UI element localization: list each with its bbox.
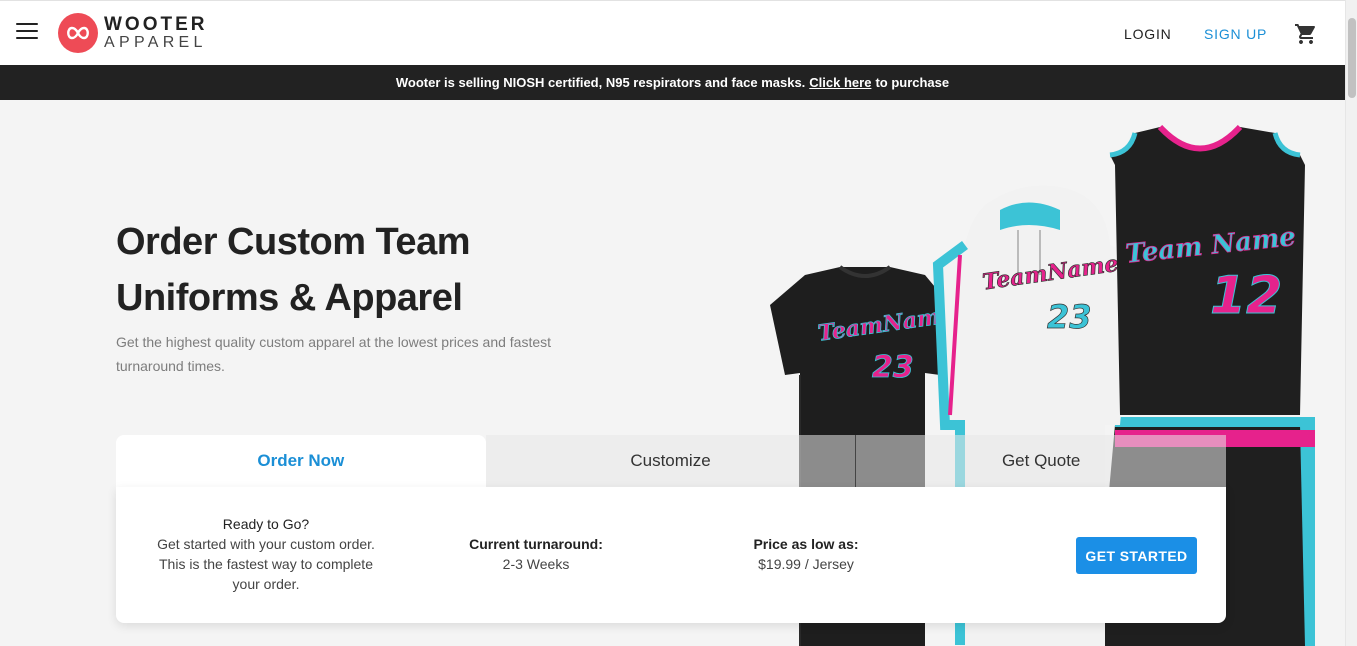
announcement-bar: Wooter is selling NIOSH certified, N95 r… <box>0 65 1345 100</box>
order-now-card: Ready to Go? Get started with your custo… <box>116 487 1226 623</box>
login-link[interactable]: LOGIN <box>1124 26 1172 42</box>
signup-link[interactable]: SIGN UP <box>1204 26 1267 42</box>
price-value: $19.99 / Jersey <box>758 556 854 572</box>
hero-subtitle: Get the highest quality custom apparel a… <box>116 334 552 374</box>
wooter-logo-icon <box>58 13 98 53</box>
hoodie-number: 23 <box>1047 298 1092 336</box>
announcement-link[interactable]: Click here <box>809 75 871 90</box>
ready-text: Get started with your custom order. This… <box>157 536 375 592</box>
ready-title: Ready to Go? <box>222 516 310 532</box>
get-started-button[interactable]: GET STARTED <box>1076 537 1197 574</box>
ready-section: Ready to Go? Get started with your custo… <box>146 514 386 594</box>
tab-get-quote[interactable]: Get Quote <box>856 435 1227 487</box>
announcement-text-end: to purchase <box>875 75 950 90</box>
price-section: Price as low as: $19.99 / Jersey <box>706 534 906 574</box>
page-scrollbar[interactable] <box>1345 0 1357 646</box>
scrollbar-thumb[interactable] <box>1348 18 1356 98</box>
tab-customize[interactable]: Customize <box>485 435 857 487</box>
shirt-number: 23 <box>872 350 914 385</box>
menu-icon[interactable] <box>16 23 38 43</box>
tab-order-now[interactable]: Order Now <box>116 435 486 487</box>
turnaround-value: 2-3 Weeks <box>502 556 570 572</box>
jersey-number: 12 <box>1210 266 1282 326</box>
wooter-logo[interactable]: WOOTER APPAREL <box>58 13 208 53</box>
turnaround-label: Current turnaround: <box>469 536 603 552</box>
turnaround-section: Current turnaround: 2-3 Weeks <box>436 534 636 574</box>
logo-wordmark-bottom: APPAREL <box>104 34 207 51</box>
order-tabs: Order Now Customize Get Quote <box>116 435 1227 487</box>
cart-icon[interactable] <box>1294 22 1318 46</box>
hero-title: Order Custom Team Uniforms & Apparel <box>116 221 470 319</box>
logo-wordmark-top: WOOTER <box>104 14 208 35</box>
price-label: Price as low as: <box>753 536 859 552</box>
announcement-text: Wooter is selling NIOSH certified, N95 r… <box>395 75 806 90</box>
site-header: WOOTER APPAREL LOGIN SIGN UP <box>0 0 1345 65</box>
